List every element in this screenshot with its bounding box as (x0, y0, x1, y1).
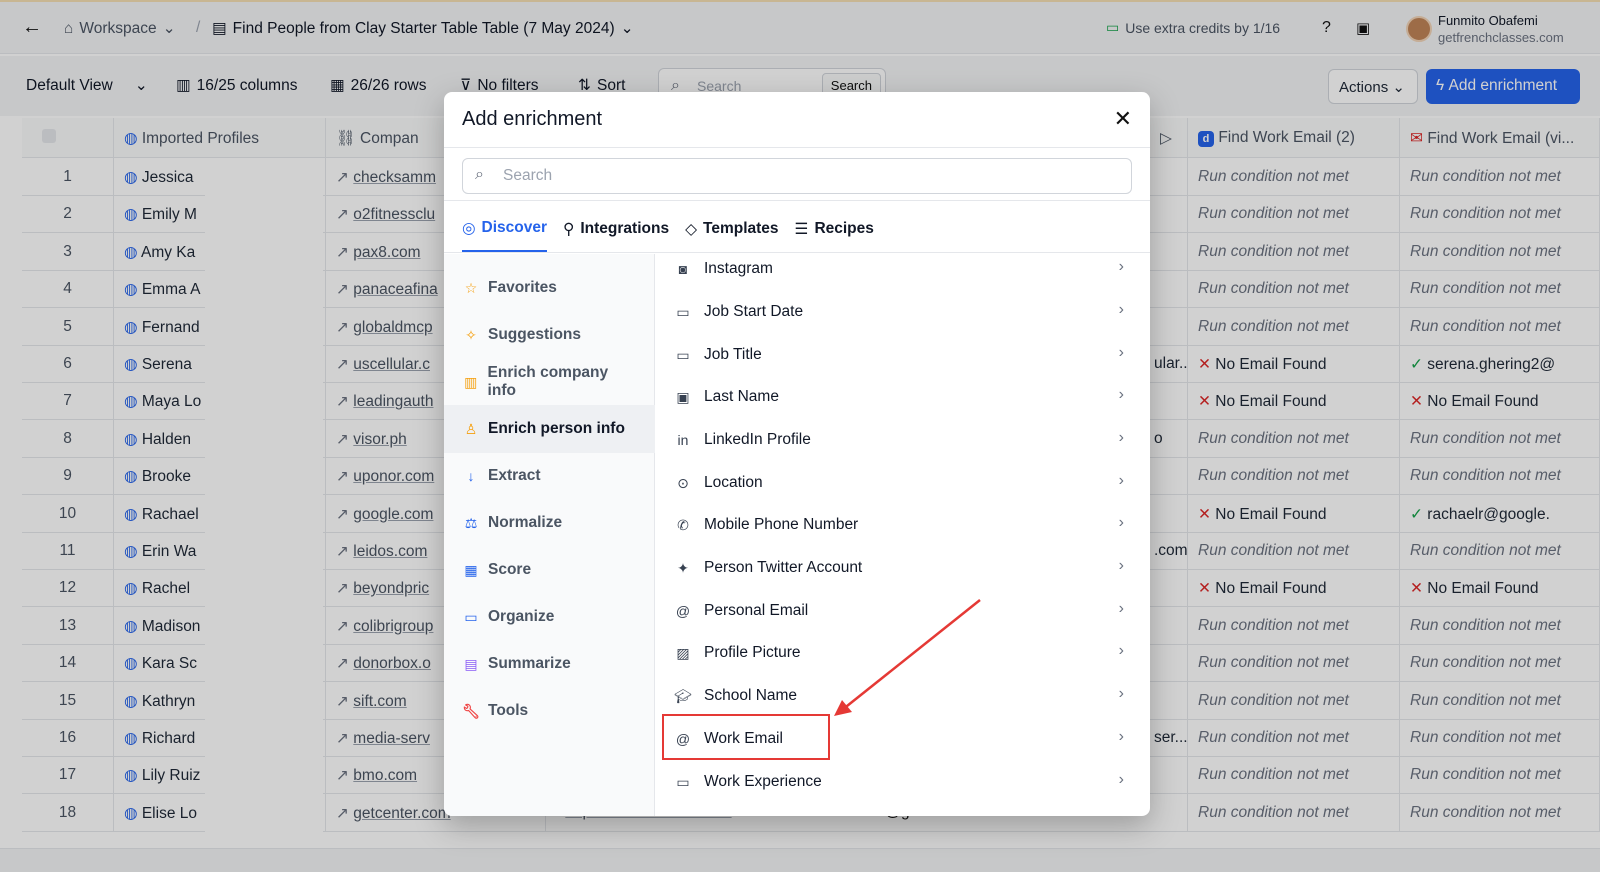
annotation-arrow (834, 599, 981, 716)
